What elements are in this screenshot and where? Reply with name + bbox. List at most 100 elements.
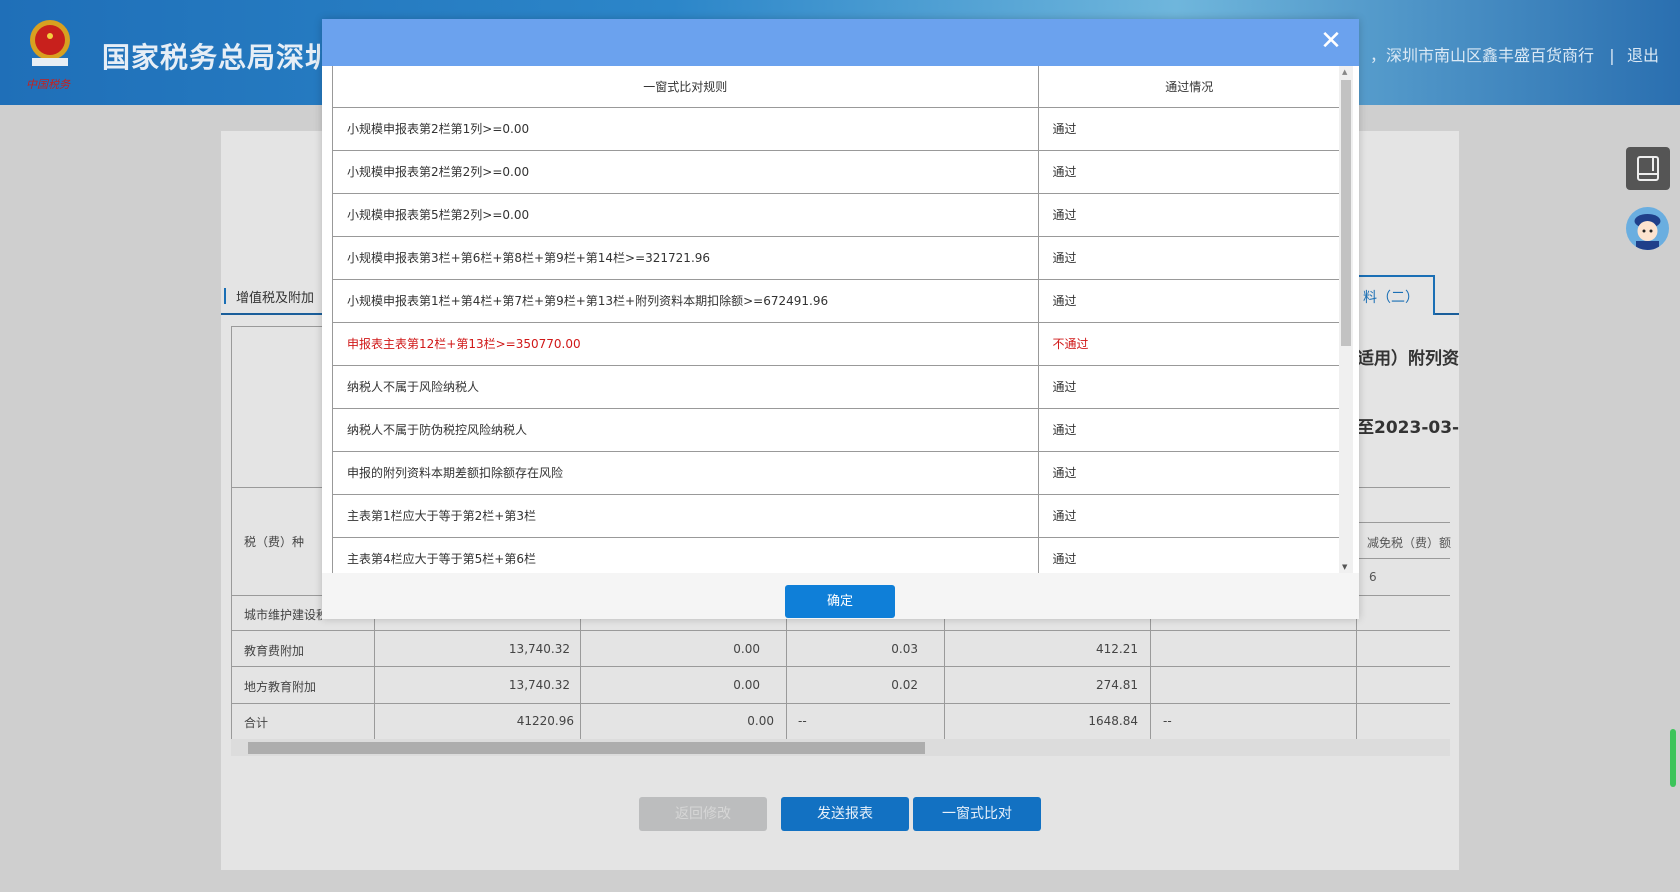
row-label: 地方教育附加: [244, 680, 317, 694]
grid-line: [374, 619, 375, 739]
grid-line: [1356, 619, 1357, 739]
cell-value: --: [1163, 714, 1172, 728]
cell-value: 274.81: [1096, 678, 1138, 692]
row-label: 合计: [244, 716, 269, 730]
taxpayer-name: ，深圳市南山区鑫丰盛百货商行: [1370, 46, 1595, 65]
grid-line: [231, 666, 1450, 667]
side-indicator: [1670, 729, 1676, 787]
cell-value: --: [798, 714, 807, 728]
column-number: 6: [1369, 570, 1377, 584]
scroll-down-arrow-icon[interactable]: ▼: [1342, 563, 1347, 571]
cell-value: 0.00: [733, 678, 760, 692]
table-row: 小规模申报表第1栏+第4栏+第7栏+第9栏+第13栏+附列资料本期扣除额>=67…: [333, 279, 1340, 323]
column-header-rule: 一窗式比对规则: [333, 66, 1039, 108]
table-row: 主表第4栏应大于等于第5栏+第6栏 通过: [333, 537, 1340, 573]
confirm-button[interactable]: 确定: [785, 585, 895, 618]
separator: |: [1609, 46, 1615, 65]
status-cell: 通过: [1038, 537, 1340, 573]
table-row: 小规模申报表第5栏第2列>=0.00 通过: [333, 193, 1340, 237]
tab-attachment-2[interactable]: 料（二）: [1355, 275, 1435, 315]
rules-table: 一窗式比对规则 通过情况 小规模申报表第2栏第1列>=0.00 通过 小规模申报表第…: [333, 66, 1340, 573]
grid-line: [231, 326, 232, 739]
status-cell: 通过: [1038, 107, 1340, 151]
user-info: ，深圳市南山区鑫丰盛百货商行 |: [1370, 42, 1615, 66]
cell-value: 13,740.32: [508, 678, 570, 692]
table-header-row: 一窗式比对规则 通过情况: [333, 66, 1340, 108]
cell-value: 412.21: [1096, 642, 1138, 656]
dialog-header: ✕: [322, 19, 1359, 66]
rule-cell: 申报表主表第12栏+第13栏>=350770.00: [333, 322, 1039, 366]
column-header-status: 通过情况: [1038, 66, 1340, 108]
table-row: 小规模申报表第3栏+第6栏+第8栏+第9栏+第14栏>=321721.96 通过: [333, 236, 1340, 280]
grid-line: [1359, 487, 1450, 488]
tab-vat-surcharge[interactable]: 增值税及附加: [223, 287, 314, 306]
cell-value: 0.00: [747, 714, 774, 728]
grid-line: [944, 619, 945, 739]
grid-line: [1359, 558, 1450, 559]
status-cell: 通过: [1038, 494, 1340, 538]
grid-line: [1359, 522, 1450, 523]
table-row: 小规模申报表第2栏第1列>=0.00 通过: [333, 107, 1340, 151]
status-cell: 不通过: [1038, 322, 1340, 366]
grid-line: [231, 326, 322, 327]
assistant-avatar-icon[interactable]: [1626, 207, 1669, 250]
scroll-up-arrow-icon[interactable]: ▲: [1342, 68, 1347, 76]
logout-link[interactable]: 退出: [1627, 42, 1659, 66]
dialog-footer: 确定: [322, 573, 1359, 619]
status-cell: 通过: [1038, 279, 1340, 323]
comparison-result-dialog: ✕ 一窗式比对规则 通过情况 小规模申报表第2栏第1列>=0.00 通过 小规模申报…: [322, 19, 1359, 619]
cell-value: 13,740.32: [508, 642, 570, 656]
one-window-compare-button[interactable]: 一窗式比对: [913, 797, 1041, 831]
rule-cell: 小规模申报表第2栏第1列>=0.00: [333, 107, 1039, 151]
status-cell: 通过: [1038, 236, 1340, 280]
rule-cell: 纳税人不属于防伪税控风险纳税人: [333, 408, 1039, 452]
cell-value: 41220.96: [516, 714, 574, 728]
table-row: 纳税人不属于防伪税控风险纳税人 通过: [333, 408, 1340, 452]
vertical-scroll-thumb[interactable]: [1341, 80, 1351, 346]
status-cell: 通过: [1038, 150, 1340, 194]
status-cell: 通过: [1038, 408, 1340, 452]
rule-cell: 主表第1栏应大于等于第2栏+第3栏: [333, 494, 1039, 538]
form-period: 至2023-03-: [1357, 418, 1460, 438]
grid-line: [786, 619, 787, 739]
row-label: 城市维护建设税: [244, 608, 322, 622]
rule-cell: 小规模申报表第5栏第2列>=0.00: [333, 193, 1039, 237]
horizontal-scroll-thumb[interactable]: [248, 742, 925, 754]
column-header-reduction: 减免税（费）额: [1367, 536, 1452, 550]
rule-cell: 小规模申报表第3栏+第6栏+第8栏+第9栏+第14栏>=321721.96: [333, 236, 1039, 280]
rule-cell: 主表第4栏应大于等于第5栏+第6栏: [333, 537, 1039, 573]
cell-value: 1648.84: [1088, 714, 1138, 728]
close-icon[interactable]: ✕: [1317, 27, 1345, 55]
cell-value: 0.00: [733, 642, 760, 656]
cell-value: 0.03: [891, 642, 918, 656]
rule-cell: 申报的附列资料本期差额扣除额存在风险: [333, 451, 1039, 495]
status-cell: 通过: [1038, 193, 1340, 237]
send-report-button[interactable]: 发送报表: [781, 797, 909, 831]
svg-text:中国税务: 中国税务: [26, 78, 71, 91]
site-title: 国家税务总局深圳: [102, 41, 335, 74]
status-cell: 通过: [1038, 451, 1340, 495]
table-row: 小规模申报表第2栏第2列>=0.00 通过: [333, 150, 1340, 194]
tax-emblem-logo: 中国税务: [26, 20, 71, 91]
grid-line: [580, 619, 581, 739]
table-row: 申报表主表第12栏+第13栏>=350770.00 不通过: [333, 322, 1340, 366]
row-label: 教育费附加: [244, 644, 305, 658]
rule-cell: 小规模申报表第2栏第2列>=0.00: [333, 150, 1039, 194]
status-cell: 通过: [1038, 365, 1340, 409]
grid-line: [1150, 619, 1151, 739]
book-icon[interactable]: [1626, 147, 1670, 190]
row-header-tax-type: 税（费）种: [244, 535, 305, 549]
return-modify-button[interactable]: 返回修改: [639, 797, 767, 831]
rules-table-container: 一窗式比对规则 通过情况 小规模申报表第2栏第1列>=0.00 通过 小规模申报表第…: [332, 66, 1349, 573]
table-row: 纳税人不属于风险纳税人 通过: [333, 365, 1340, 409]
rule-cell: 小规模申报表第1栏+第4栏+第7栏+第9栏+第13栏+附列资料本期扣除额>=67…: [333, 279, 1039, 323]
cell-value: 0.02: [891, 678, 918, 692]
rule-cell: 纳税人不属于风险纳税人: [333, 365, 1039, 409]
grid-line: [231, 630, 1450, 631]
vertical-scrollbar[interactable]: ▲ ▼: [1339, 66, 1353, 573]
form-title: 适用）附列资: [1357, 349, 1459, 369]
table-row: 申报的附列资料本期差额扣除额存在风险 通过: [333, 451, 1340, 495]
table-row: 主表第1栏应大于等于第2栏+第3栏 通过: [333, 494, 1340, 538]
grid-line: [231, 487, 322, 488]
grid-line: [231, 703, 1450, 704]
